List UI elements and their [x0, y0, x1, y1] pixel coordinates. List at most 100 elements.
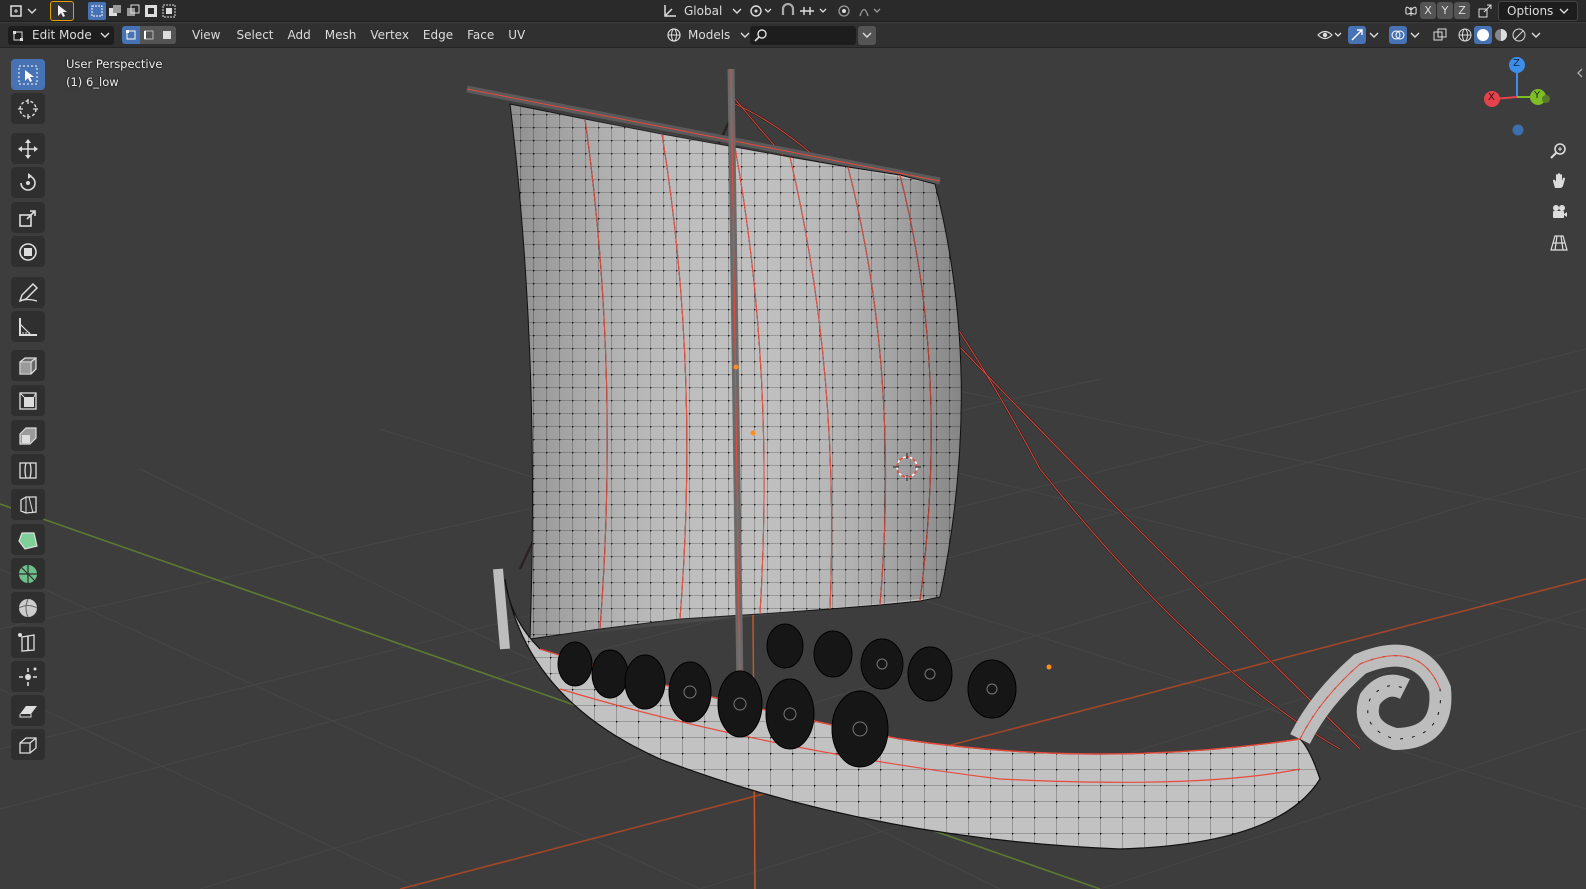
rip-region-tool[interactable]: [11, 729, 45, 760]
menu-edge[interactable]: Edge: [417, 28, 459, 42]
move-tool[interactable]: [11, 133, 45, 164]
annotate-tool[interactable]: [11, 277, 45, 308]
auto-merge-icon[interactable]: [1474, 4, 1496, 18]
transform-orientation-label: Global: [684, 3, 723, 18]
xray-toggle-icon[interactable]: [1430, 28, 1450, 42]
header-menus: View Select Add Mesh Vertex Edge Face UV: [186, 23, 531, 47]
perspective-toggle-button[interactable]: [1544, 229, 1574, 257]
select-extend-icon[interactable]: [106, 2, 124, 20]
menu-mesh[interactable]: Mesh: [319, 28, 363, 42]
extrude-icon: [19, 391, 37, 410]
measure-tool[interactable]: [11, 311, 45, 342]
eye-visibility-icon[interactable]: [1316, 28, 1344, 42]
search-icon: [754, 29, 767, 42]
editor-type-button[interactable]: [8, 0, 38, 21]
active-object-label: (1) 6_low: [66, 75, 119, 89]
chevron-down-icon[interactable]: [1369, 31, 1379, 39]
zoom-button[interactable]: [1544, 137, 1574, 165]
shear-tool[interactable]: [11, 695, 45, 726]
chevron-down-icon[interactable]: [1531, 31, 1541, 39]
viewport-scene: [0, 57, 1586, 889]
vertex-select-icon[interactable]: [122, 26, 140, 44]
rendered-shading-icon[interactable]: [1510, 28, 1528, 42]
mode-dropdown[interactable]: Edit Mode: [8, 23, 114, 47]
add-cube-tool[interactable]: [11, 350, 45, 381]
select-subtract-icon[interactable]: [124, 2, 142, 20]
move-arrows-icon: [18, 138, 38, 159]
mirror-z-toggle[interactable]: Z: [1454, 2, 1470, 19]
extrude-tool[interactable]: [11, 385, 45, 416]
spin-tool[interactable]: [11, 558, 45, 589]
3d-viewport[interactable]: Z X Y User Perspective (1) 6_low: [0, 49, 1586, 889]
orientation-icon: [662, 3, 678, 19]
chevron-down-icon: [740, 32, 750, 38]
material-shading-icon[interactable]: [1492, 28, 1510, 42]
select-mode-tool-button[interactable]: [50, 0, 74, 21]
chevron-down-icon: [100, 32, 110, 38]
select-element-mode: [122, 23, 176, 47]
smooth-tool[interactable]: [11, 592, 45, 623]
scale-tool[interactable]: [11, 202, 45, 233]
snapping-toggle[interactable]: [780, 0, 830, 21]
transform-icon: [19, 242, 37, 261]
loop-cut-tool[interactable]: [11, 489, 45, 520]
search-field[interactable]: [750, 25, 856, 45]
pivot-point-dropdown[interactable]: [748, 0, 774, 21]
face-select-icon[interactable]: [158, 26, 176, 44]
menu-face[interactable]: Face: [461, 28, 500, 42]
chevron-down-icon: [1559, 8, 1569, 14]
knife-icon: [20, 495, 37, 514]
menu-select[interactable]: Select: [230, 28, 279, 42]
select-new-icon[interactable]: [88, 1, 106, 20]
butterfly-icon: [1402, 4, 1420, 18]
mirror-y-toggle[interactable]: Y: [1437, 2, 1453, 19]
solid-shading-icon[interactable]: [1474, 26, 1492, 44]
globe-icon: [666, 27, 682, 43]
rotate-tool[interactable]: [11, 167, 45, 198]
mirror-x-toggle[interactable]: X: [1420, 2, 1436, 19]
knife-tool[interactable]: [11, 524, 45, 555]
sidebar-toggle-icon[interactable]: [1576, 63, 1584, 82]
bevel-tool[interactable]: [11, 454, 45, 485]
transform-orientation-dropdown[interactable]: Global: [662, 0, 742, 21]
filter-dropdown-button[interactable]: [858, 25, 876, 45]
select-intersect-icon[interactable]: [160, 2, 178, 20]
add-cube-icon: [19, 356, 37, 375]
select-box-tool[interactable]: [11, 59, 45, 90]
transform-tool[interactable]: [11, 236, 45, 267]
shrink-fatten-tool[interactable]: [11, 661, 45, 692]
pencil-icon: [18, 282, 39, 302]
zoom-icon: [1550, 143, 1566, 159]
select-invert-icon[interactable]: [142, 2, 160, 20]
camera-icon: [1553, 205, 1567, 218]
smooth-sphere-icon: [18, 598, 38, 617]
perspective-label: User Perspective: [66, 57, 163, 71]
options-button-frame: Options: [1498, 0, 1579, 21]
overlays-toggle-icon[interactable]: [1389, 26, 1407, 44]
wireframe-shading-icon[interactable]: [1456, 28, 1474, 42]
mirror-axis-controls: X Y Z: [1402, 0, 1496, 21]
collection-dropdown[interactable]: Models: [666, 23, 750, 47]
menu-add[interactable]: Add: [282, 28, 317, 42]
chevron-down-icon[interactable]: [1410, 31, 1420, 39]
pan-button[interactable]: [1544, 167, 1574, 195]
magnet-icon: [780, 2, 830, 19]
options-dropdown[interactable]: Options: [1498, 0, 1579, 21]
viewport-header: Edit Mode View Select Add Mesh Vertex Ed…: [0, 23, 1586, 48]
cursor-arrow-icon: [50, 0, 74, 21]
origin-point: [733, 364, 739, 370]
gizmo-toggle-icon[interactable]: [1348, 26, 1366, 44]
origin-point: [750, 430, 756, 436]
inset-tool[interactable]: [11, 420, 45, 451]
menu-view[interactable]: View: [186, 28, 226, 42]
proportional-editing-toggle[interactable]: [836, 0, 886, 21]
selection-modes: [88, 0, 178, 21]
menu-vertex[interactable]: Vertex: [364, 28, 415, 42]
menu-uv[interactable]: UV: [502, 28, 531, 42]
edge-select-icon[interactable]: [140, 26, 158, 44]
camera-view-button[interactable]: [1544, 198, 1574, 226]
edge-slide-tool[interactable]: [11, 627, 45, 658]
cursor-tool[interactable]: [11, 93, 45, 124]
options-label: Options: [1507, 3, 1554, 18]
editor-type-icon: [8, 3, 38, 19]
